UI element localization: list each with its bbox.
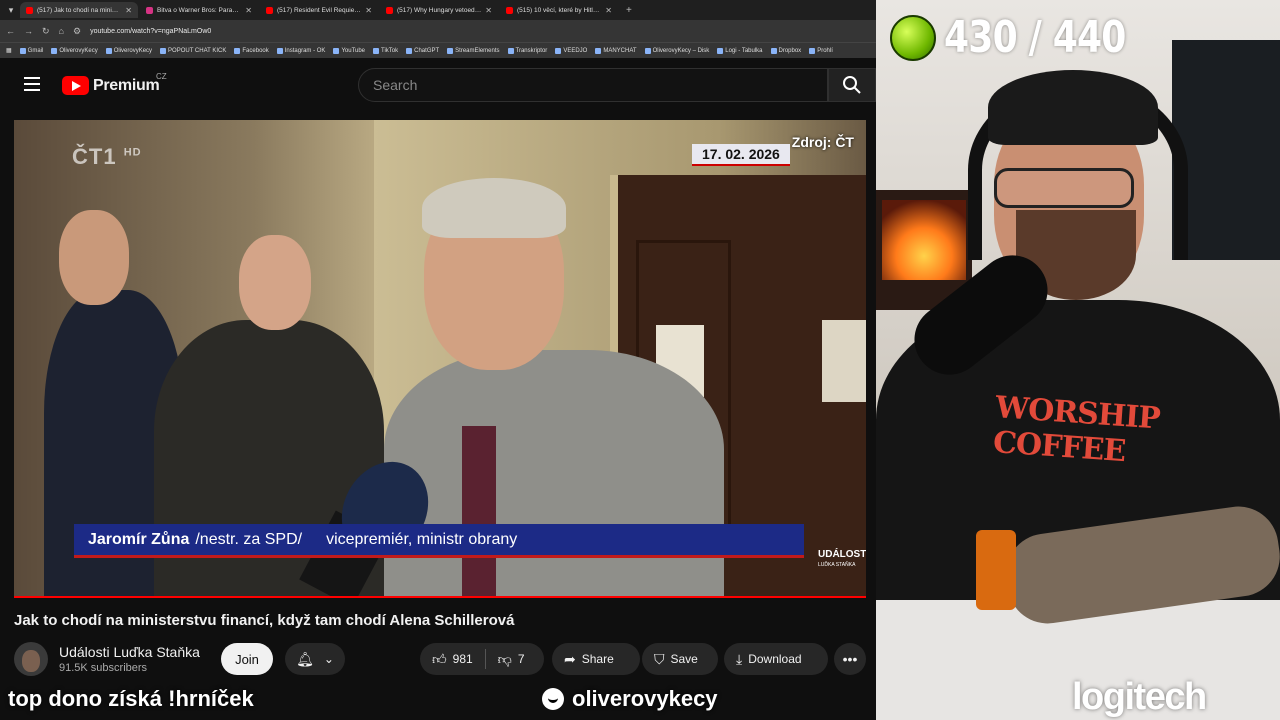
tab-1[interactable]: (517) Jak to chodí na ministerstvu✕	[20, 2, 138, 18]
region-label: CZ	[156, 72, 167, 81]
youtube-header: Premium CZ Search	[0, 58, 876, 112]
download-icon: ⤓	[736, 650, 743, 667]
bell-icon: 🔔︎	[296, 650, 314, 667]
tab-list-icon[interactable]: ▾	[4, 3, 18, 17]
home-icon[interactable]: ⌂	[59, 26, 64, 36]
url-field[interactable]: youtube.com/watch?v=ngaPNaLmOw0	[90, 28, 211, 35]
youtube-icon	[266, 6, 273, 14]
address-bar: ← → ↻ ⌂ ⚙ youtube.com/watch?v=ngaPNaLmOw…	[0, 20, 876, 42]
smiley-icon	[542, 688, 564, 710]
stream-handle: oliverovykecy	[542, 686, 718, 712]
new-tab-button[interactable]: +	[620, 5, 638, 16]
bookmark[interactable]: OliverovyKecy	[51, 47, 98, 54]
tab-4[interactable]: (517) Why Hungary vetoed Uk ✕	[380, 2, 498, 18]
subscribe-button[interactable]: 🔔︎ ⌄	[285, 643, 345, 675]
download-button[interactable]: ⤓ Download	[724, 643, 828, 675]
brand-logo: logitech	[1072, 676, 1207, 718]
green-gem-icon	[890, 14, 936, 61]
forward-icon[interactable]: →	[24, 26, 33, 36]
bookmark[interactable]: ChatGPT	[406, 47, 439, 54]
reload-icon[interactable]: ↻	[42, 26, 50, 37]
tab-3[interactable]: (517) Resident Evil Requiem - N ✕	[260, 2, 378, 18]
bookmark[interactable]: OliverovyKecy	[105, 47, 152, 54]
save-button[interactable]: ⛉ Save	[642, 643, 718, 675]
close-icon[interactable]: ✕	[605, 6, 612, 15]
browser-tab-bar: ▾ (517) Jak to chodí na ministerstvu✕ Bi…	[0, 0, 876, 20]
stream-overlay-text: top dono získá !hrníček	[8, 686, 254, 711]
thumbs-down-icon[interactable]: 👎︎	[498, 651, 512, 668]
fireplace	[882, 200, 966, 280]
close-icon[interactable]: ✕	[365, 6, 372, 15]
apps-icon[interactable]: ▦	[6, 47, 12, 54]
share-icon: ➦	[564, 650, 576, 667]
bookmark[interactable]: Dropbox	[770, 47, 801, 54]
dislike-count[interactable]: 7	[518, 652, 525, 666]
speaker	[384, 350, 724, 598]
channel-avatar[interactable]	[14, 642, 48, 676]
channel-name[interactable]: Události Luďka Staňka	[59, 644, 200, 660]
share-button[interactable]: ➦ Share	[552, 643, 640, 675]
close-icon[interactable]: ✕	[125, 6, 132, 15]
bookmark[interactable]: VEEDJO	[555, 47, 587, 54]
video-title: Jak to chodí na ministerstvu financí, kd…	[14, 612, 515, 629]
back-icon[interactable]: ←	[6, 26, 15, 36]
pink-icon	[146, 6, 153, 14]
youtube-logo[interactable]: Premium	[62, 76, 160, 95]
bookmark[interactable]: Gmail	[19, 47, 43, 54]
more-icon[interactable]: •••	[834, 643, 866, 675]
like-dislike-group: 👍︎ 981 👎︎ 7	[420, 643, 544, 675]
bookmark[interactable]: POPOUT CHAT KICK	[160, 47, 226, 54]
channel-bug: ČT1 HD	[72, 144, 142, 169]
search-icon	[843, 76, 861, 94]
tab-2[interactable]: Bitva o Warner Bros: Paramount ✕	[140, 2, 258, 18]
progress-bar[interactable]	[14, 596, 866, 598]
like-count[interactable]: 981	[453, 652, 473, 666]
youtube-icon	[506, 6, 513, 14]
bookmark[interactable]: TikTok	[373, 47, 398, 54]
bookmark-icon: ⛉	[654, 650, 665, 667]
bookmark[interactable]: MANYCHAT	[595, 47, 637, 54]
close-icon[interactable]: ✕	[245, 6, 252, 15]
bookmark[interactable]: Facebook	[234, 47, 269, 54]
goal-counter: 430 / 440	[890, 12, 1165, 63]
close-icon[interactable]: ✕	[485, 6, 492, 15]
search-button[interactable]	[828, 68, 876, 102]
youtube-icon	[386, 6, 393, 14]
bookmark[interactable]: Instagram - OK	[276, 47, 325, 54]
bookmark[interactable]: OliverovyKecy – Disk	[644, 47, 709, 54]
youtube-play-icon	[62, 76, 89, 95]
screen: ▾ (517) Jak to chodí na ministerstvu✕ Bi…	[0, 0, 1280, 720]
bookmark[interactable]: StreamElements	[447, 47, 500, 54]
youtube-icon	[26, 6, 33, 14]
show-bug: UDÁLOSTI LUĎKA STAŇKA	[818, 549, 866, 569]
video-player[interactable]: ČT1 HD Zdroj: ČT 17. 02. 2026 Jaromír Zů…	[14, 120, 866, 598]
subscriber-count: 91.5K subscribers	[59, 662, 148, 674]
menu-icon[interactable]	[24, 77, 40, 91]
bookmark[interactable]: YouTube	[333, 47, 365, 54]
bookmark[interactable]: Transkriptor	[507, 47, 547, 54]
webcam-feed: WORSHIP COFFEE	[876, 0, 1280, 720]
bookmark[interactable]: Logi - Tabulka	[717, 47, 763, 54]
bookmark[interactable]: Prohlí	[809, 47, 833, 54]
site-info-icon[interactable]: ⚙	[73, 26, 81, 37]
lower-third: Jaromír Zůna /nestr. za SPD/ vicepremiér…	[74, 524, 804, 558]
chevron-down-icon: ⌄	[323, 652, 334, 666]
thumbs-up-icon[interactable]: 👍︎	[432, 651, 447, 668]
bookmarks-bar: ▦ Gmail OliverovyKecy OliverovyKecy POPO…	[0, 42, 876, 58]
join-button[interactable]: Join	[221, 643, 273, 675]
tab-5[interactable]: (515) 10 věcí, které by Hitlera u ✕	[500, 2, 618, 18]
source-label: Zdroj: ČT	[791, 134, 854, 150]
date-label: 17. 02. 2026	[692, 144, 790, 166]
search-input[interactable]: Search	[358, 68, 828, 102]
